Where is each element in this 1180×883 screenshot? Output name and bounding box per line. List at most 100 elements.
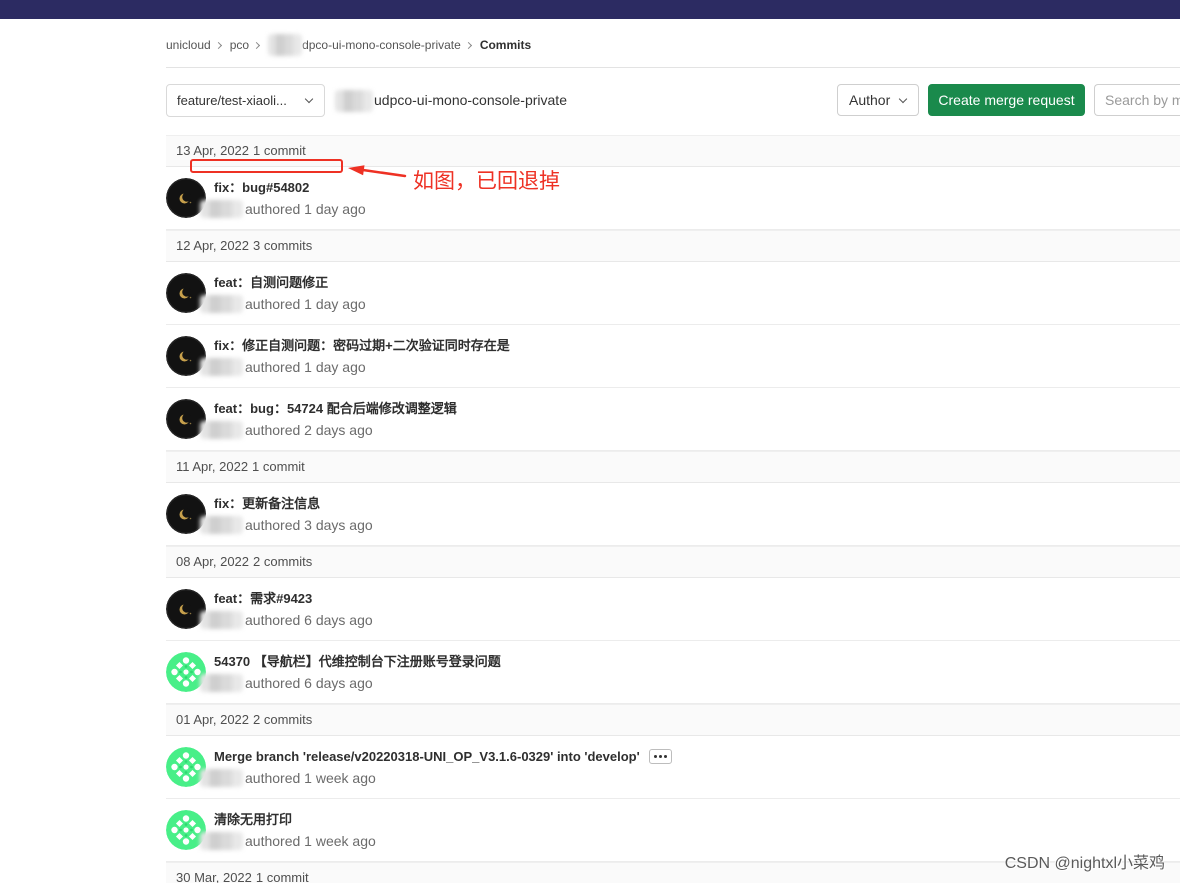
breadcrumb-item-project[interactable]: dpco-ui-mono-console-private <box>302 38 461 52</box>
chevron-down-icon <box>898 94 908 104</box>
commit-detail: 清除无用打印 authored 1 week ago <box>200 811 1180 850</box>
commit-authored-text: authored 1 week ago <box>245 770 376 786</box>
commit-meta: authored 1 day ago <box>200 295 1180 313</box>
commit-title-line: fix：修正自测问题：密码过期+二次验证同时存在是 <box>214 337 1180 355</box>
commit-meta: authored 1 day ago <box>200 358 1180 376</box>
commit-title-line: Merge branch 'release/v20220318-UNI_OP_V… <box>214 748 1180 766</box>
breadcrumb-item-pco[interactable]: pco <box>230 38 249 52</box>
redacted-author-blur <box>200 516 243 534</box>
commit-authored-text: authored 1 day ago <box>245 201 366 217</box>
toggle-commit-description-button[interactable] <box>648 749 672 764</box>
commit-title-line: feat：bug：54724 配合后端修改调整逻辑 <box>214 400 1180 418</box>
commit-title-link[interactable]: fix：更新备注信息 <box>214 495 320 513</box>
chevron-right-icon <box>214 41 222 49</box>
commit-row: feat：自测问题修正 authored 1 day ago <box>166 262 1180 325</box>
redacted-blur <box>268 34 303 56</box>
commit-row: 54370 【导航栏】代维控制台下注册账号登录问题 authored 6 day… <box>166 641 1180 704</box>
commit-detail: fix：修正自测问题：密码过期+二次验证同时存在是 authored 1 day… <box>200 337 1180 376</box>
commit-authored-text: authored 1 week ago <box>245 833 376 849</box>
search-input[interactable] <box>1094 84 1180 116</box>
commit-title-line: 54370 【导航栏】代维控制台下注册账号登录问题 <box>214 653 1180 671</box>
create-merge-request-button[interactable]: Create merge request <box>928 84 1085 116</box>
group-date: 11 Apr, 2022 <box>176 459 249 474</box>
commit-detail: feat：自测问题修正 authored 1 day ago <box>200 274 1180 313</box>
commit-meta: authored 2 days ago <box>200 421 1180 439</box>
commit-meta: authored 1 week ago <box>200 769 1180 787</box>
commit-title-line: feat：需求#9423 <box>214 590 1180 608</box>
commit-authored-text: authored 1 day ago <box>245 359 366 375</box>
watermark: CSDN @nightxl小菜鸡 <box>1004 855 1165 872</box>
redacted-author-blur <box>200 611 243 629</box>
commit-title-link[interactable]: feat：自测问题修正 <box>214 274 328 292</box>
commit-group-header: 11 Apr, 2022 1 commit <box>166 451 1180 483</box>
group-commit-count: 1 commit <box>252 459 305 474</box>
group-date: 30 Mar, 2022 <box>176 870 252 883</box>
commits-toolbar: feature/test-xiaoli... udpco-ui-mono-con… <box>166 84 1180 117</box>
page: unicloud pco dpco-ui-mono-console-privat… <box>0 0 1180 883</box>
commit-row: Merge branch 'release/v20220318-UNI_OP_V… <box>166 736 1180 799</box>
group-commit-count: 1 commit <box>253 143 306 158</box>
redacted-blur <box>335 90 373 112</box>
chevron-down-icon <box>304 94 314 104</box>
author-dropdown[interactable]: Author <box>837 84 919 116</box>
group-commit-count: 2 commits <box>253 712 313 727</box>
commit-authored-text: authored 6 days ago <box>245 675 373 691</box>
group-date: 08 Apr, 2022 <box>176 554 250 569</box>
commit-detail: fix：更新备注信息 authored 3 days ago <box>200 495 1180 534</box>
commit-title-link[interactable]: 清除无用打印 <box>214 811 292 829</box>
commit-authored-text: authored 6 days ago <box>245 612 373 628</box>
commit-meta: authored 6 days ago <box>200 611 1180 629</box>
group-date: 13 Apr, 2022 <box>176 143 250 158</box>
redacted-author-blur <box>200 295 243 313</box>
group-date: 12 Apr, 2022 <box>176 238 250 253</box>
commit-row: feat：需求#9423 authored 6 days ago <box>166 578 1180 641</box>
commit-detail: feat：需求#9423 authored 6 days ago <box>200 590 1180 629</box>
project-path-link[interactable]: udpco-ui-mono-console-private <box>374 84 567 117</box>
commit-title-link[interactable]: feat：bug：54724 配合后端修改调整逻辑 <box>214 400 457 418</box>
commit-detail: 54370 【导航栏】代维控制台下注册账号登录问题 authored 6 day… <box>200 653 1180 692</box>
commit-authored-text: authored 1 day ago <box>245 296 366 312</box>
commit-meta: authored 1 week ago <box>200 832 1180 850</box>
annotation-label: 如图，已回退掉 <box>413 169 560 193</box>
commit-meta: authored 1 day ago <box>200 200 1180 218</box>
commit-title-link[interactable]: 54370 【导航栏】代维控制台下注册账号登录问题 <box>214 653 501 671</box>
commit-list: 13 Apr, 2022 1 commit fix：bug#54802 autho… <box>166 135 1180 883</box>
branch-dropdown[interactable]: feature/test-xiaoli... <box>166 84 325 117</box>
commit-title-line: 清除无用打印 <box>214 811 1180 829</box>
commit-title-link[interactable]: feat：需求#9423 <box>214 590 312 608</box>
breadcrumb-item-commits[interactable]: Commits <box>480 38 531 52</box>
group-commit-count: 2 commits <box>253 554 313 569</box>
breadcrumb: unicloud pco dpco-ui-mono-console-privat… <box>166 34 531 56</box>
ellipsis-icon <box>658 755 662 758</box>
commit-group-header: 08 Apr, 2022 2 commits <box>166 546 1180 578</box>
branch-dropdown-label: feature/test-xiaoli... <box>177 93 287 108</box>
commit-row: fix：bug#54802 authored 1 day ago <box>166 167 1180 230</box>
commit-row: fix：修正自测问题：密码过期+二次验证同时存在是 authored 1 day… <box>166 325 1180 388</box>
author-dropdown-label: Author <box>849 92 891 108</box>
redacted-author-blur <box>200 358 243 376</box>
header-divider <box>166 67 1180 68</box>
commit-title-link[interactable]: Merge branch 'release/v20220318-UNI_OP_V… <box>214 748 640 766</box>
chevron-right-icon <box>253 41 261 49</box>
commit-row: feat：bug：54724 配合后端修改调整逻辑 authored 2 day… <box>166 388 1180 451</box>
commit-row: fix：更新备注信息 authored 3 days ago <box>166 483 1180 546</box>
commit-authored-text: authored 2 days ago <box>245 422 373 438</box>
commit-detail: Merge branch 'release/v20220318-UNI_OP_V… <box>200 748 1180 787</box>
commit-title-link[interactable]: fix：bug#54802 <box>214 179 309 197</box>
group-commit-count: 3 commits <box>253 238 313 253</box>
breadcrumb-item-unicloud[interactable]: unicloud <box>166 38 211 52</box>
commit-group-header: 13 Apr, 2022 1 commit <box>166 135 1180 167</box>
redacted-author-blur <box>200 769 243 787</box>
commit-authored-text: authored 3 days ago <box>245 517 373 533</box>
top-navbar <box>0 0 1180 19</box>
commit-title-line: fix：bug#54802 <box>214 179 1180 197</box>
group-date: 01 Apr, 2022 <box>176 712 250 727</box>
commit-row: 清除无用打印 authored 1 week ago <box>166 799 1180 862</box>
chevron-right-icon <box>464 41 472 49</box>
commit-title-link[interactable]: fix：修正自测问题：密码过期+二次验证同时存在是 <box>214 337 510 355</box>
commit-meta: authored 6 days ago <box>200 674 1180 692</box>
commit-detail: fix：bug#54802 authored 1 day ago <box>200 179 1180 218</box>
commit-detail: feat：bug：54724 配合后端修改调整逻辑 authored 2 day… <box>200 400 1180 439</box>
redacted-author-blur <box>200 200 243 218</box>
redacted-author-blur <box>200 832 243 850</box>
